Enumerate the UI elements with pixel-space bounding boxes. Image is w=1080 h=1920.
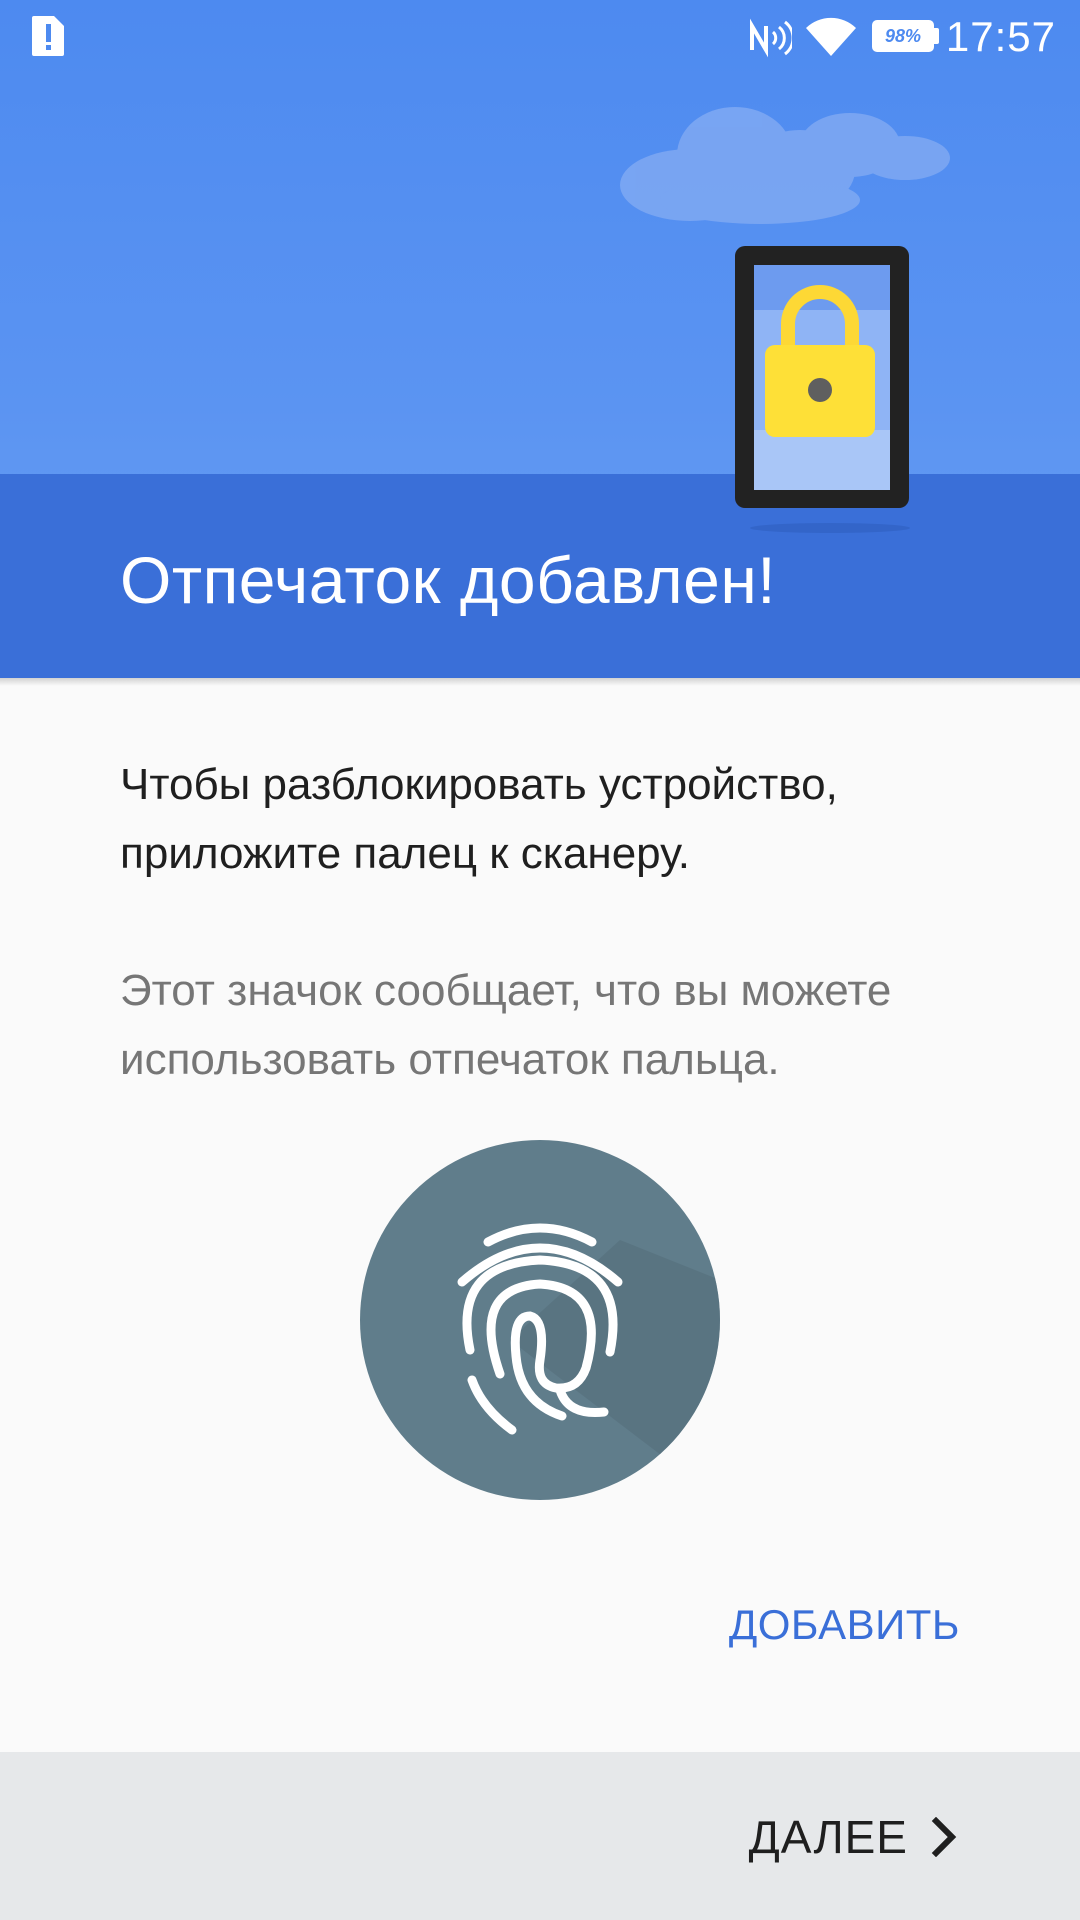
status-bar: 98% 17:57 (0, 0, 1080, 75)
battery-icon: 98% (872, 20, 934, 52)
header-banner: 98% 17:57 Отпечаток добавлен! (0, 0, 1080, 678)
next-button[interactable]: ДАЛЕЕ (749, 1802, 960, 1872)
chevron-right-icon (931, 1817, 957, 1857)
wifi-icon (806, 17, 856, 56)
footer-bar: ДАЛЕЕ (0, 1752, 1080, 1920)
next-button-label: ДАЛЕЕ (748, 1811, 908, 1863)
instruction-text: Чтобы разблокировать устройство, приложи… (120, 760, 838, 878)
battery-percent: 98% (884, 26, 922, 46)
phone-lock-illustration (620, 107, 950, 533)
fingerprint-icon (360, 1140, 720, 1500)
add-fingerprint-button[interactable]: ДОБАВИТЬ (729, 1595, 960, 1655)
cloud-icon (620, 107, 950, 224)
page-title: Отпечаток добавлен! (120, 543, 777, 617)
clock: 17:57 (945, 13, 1056, 60)
alert-icon (32, 16, 64, 56)
nfc-icon (750, 18, 792, 58)
header-shadow (0, 678, 1080, 686)
hint-text: Этот значок сообщает, что вы можете испо… (120, 966, 892, 1084)
battery-tip (934, 28, 939, 44)
